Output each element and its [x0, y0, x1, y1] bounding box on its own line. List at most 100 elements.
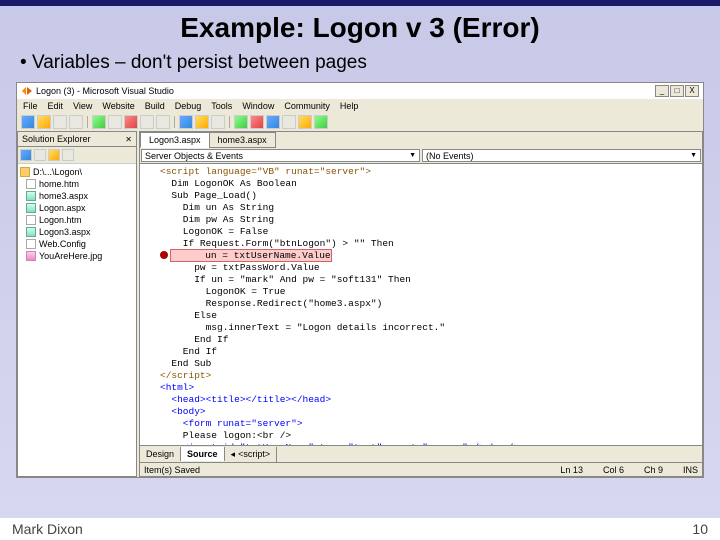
view-tab-design[interactable]: Design: [140, 447, 181, 461]
toolbar-button[interactable]: [298, 115, 312, 129]
menu-tools[interactable]: Tools: [211, 101, 232, 111]
tree-item[interactable]: home3.aspx: [18, 190, 136, 202]
file-icon: [26, 191, 36, 201]
tree-label: YouAreHere.jpg: [39, 251, 102, 261]
editor-tabs: Logon3.aspx home3.aspx: [140, 132, 702, 148]
tree-item[interactable]: Logon.htm: [18, 214, 136, 226]
dropdown-value: (No Events): [426, 151, 474, 161]
code-editor: Logon3.aspx home3.aspx Server Objects & …: [139, 131, 703, 477]
toolbar-button[interactable]: [282, 115, 296, 129]
file-icon: [26, 251, 36, 261]
slide-bullet: Variables – don't persist between pages: [0, 48, 720, 82]
toolbar-button[interactable]: [156, 115, 170, 129]
titlebar: Logon (3) - Microsoft Visual Studio _ □ …: [17, 83, 703, 99]
menu-build[interactable]: Build: [145, 101, 165, 111]
toolbar-button[interactable]: [266, 115, 280, 129]
tab-logon3[interactable]: Logon3.aspx: [140, 132, 210, 148]
toolbar-button[interactable]: [234, 115, 248, 129]
minimize-button[interactable]: _: [655, 85, 669, 97]
status-col: Col 6: [603, 465, 624, 475]
toolbar-button[interactable]: [20, 149, 32, 161]
toolbar: [17, 113, 703, 131]
panel-title: Solution Explorer: [22, 134, 91, 144]
slide-number: 10: [692, 521, 708, 537]
toolbar-button[interactable]: [53, 115, 67, 129]
file-icon: [26, 203, 36, 213]
statusbar: Item(s) Saved Ln 13 Col 6 Ch 9 INS: [140, 462, 702, 476]
tree-label: home.htm: [39, 179, 79, 189]
file-icon: [26, 239, 36, 249]
breadcrumb-path[interactable]: ◂ <script>: [225, 447, 278, 462]
folder-icon: [20, 167, 30, 177]
tree-item[interactable]: Logon.aspx: [18, 202, 136, 214]
toolbar-separator: [87, 116, 88, 128]
chevron-down-icon: ▼: [690, 152, 697, 159]
menu-debug[interactable]: Debug: [175, 101, 202, 111]
dropdown-value: Server Objects & Events: [145, 151, 243, 161]
file-icon: [26, 215, 36, 225]
menu-website[interactable]: Website: [102, 101, 134, 111]
menu-community[interactable]: Community: [284, 101, 330, 111]
toolbar-separator: [229, 116, 230, 128]
toolbar-button[interactable]: [62, 149, 74, 161]
tree-label: Web.Config: [39, 239, 86, 249]
tree-item[interactable]: Web.Config: [18, 238, 136, 250]
toolbar-button[interactable]: [48, 149, 60, 161]
events-dropdown[interactable]: (No Events) ▼: [422, 149, 701, 162]
maximize-button[interactable]: □: [670, 85, 684, 97]
tree-label: Logon.aspx: [39, 203, 86, 213]
toolbar-button[interactable]: [34, 149, 46, 161]
status-ch: Ch 9: [644, 465, 663, 475]
objects-dropdown[interactable]: Server Objects & Events ▼: [141, 149, 420, 162]
menu-help[interactable]: Help: [340, 101, 359, 111]
tree-item[interactable]: YouAreHere.jpg: [18, 250, 136, 262]
menu-edit[interactable]: Edit: [48, 101, 64, 111]
view-mode-tabs: Design Source ◂ <script>: [140, 445, 702, 462]
tree-label: Logon.htm: [39, 215, 82, 225]
file-tree: D:\...\Logon\ home.htm home3.aspx Logon.as…: [18, 164, 136, 476]
slide-author: Mark Dixon: [12, 521, 83, 537]
toolbar-button[interactable]: [69, 115, 83, 129]
view-tab-source[interactable]: Source: [181, 447, 225, 461]
panel-close-icon[interactable]: ✕: [125, 135, 132, 144]
panel-header: Solution Explorer ✕: [18, 132, 136, 147]
slide-footer: Mark Dixon 10: [0, 518, 720, 540]
vs-logo-icon: [21, 85, 33, 97]
file-icon: [26, 179, 36, 189]
tree-label: home3.aspx: [39, 191, 88, 201]
solution-explorer-panel: Solution Explorer ✕ D:\...\Logon\ home.h…: [17, 131, 137, 477]
visual-studio-window: Logon (3) - Microsoft Visual Studio _ □ …: [16, 82, 704, 478]
toolbar-separator: [174, 116, 175, 128]
file-icon: [26, 227, 36, 237]
code-area[interactable]: <script language="VB" runat="server"> Di…: [156, 164, 702, 445]
close-button[interactable]: X: [685, 85, 699, 97]
menu-view[interactable]: View: [73, 101, 92, 111]
tree-root[interactable]: D:\...\Logon\: [18, 166, 136, 178]
tab-home3[interactable]: home3.aspx: [209, 132, 276, 148]
window-title: Logon (3) - Microsoft Visual Studio: [36, 86, 655, 96]
menu-window[interactable]: Window: [242, 101, 274, 111]
tree-item[interactable]: Logon3.aspx: [18, 226, 136, 238]
tree-item[interactable]: home.htm: [18, 178, 136, 190]
tree-label: Logon3.aspx: [39, 227, 91, 237]
toolbar-button[interactable]: [108, 115, 122, 129]
toolbar-button[interactable]: [179, 115, 193, 129]
chevron-down-icon: ▼: [409, 152, 416, 159]
tree-label: D:\...\Logon\: [33, 167, 82, 177]
toolbar-button[interactable]: [250, 115, 264, 129]
toolbar-button[interactable]: [21, 115, 35, 129]
toolbar-button[interactable]: [211, 115, 225, 129]
toolbar-button[interactable]: [124, 115, 138, 129]
status-ins: INS: [683, 465, 698, 475]
status-saved: Item(s) Saved: [144, 465, 200, 475]
toolbar-button[interactable]: [140, 115, 154, 129]
menu-file[interactable]: File: [23, 101, 38, 111]
toolbar-button[interactable]: [37, 115, 51, 129]
slide-title: Example: Logon v 3 (Error): [0, 6, 720, 48]
toolbar-button[interactable]: [92, 115, 106, 129]
toolbar-button[interactable]: [314, 115, 328, 129]
toolbar-button[interactable]: [195, 115, 209, 129]
menubar: File Edit View Website Build Debug Tools…: [17, 99, 703, 113]
explorer-toolbar: [18, 147, 136, 164]
status-line: Ln 13: [560, 465, 583, 475]
